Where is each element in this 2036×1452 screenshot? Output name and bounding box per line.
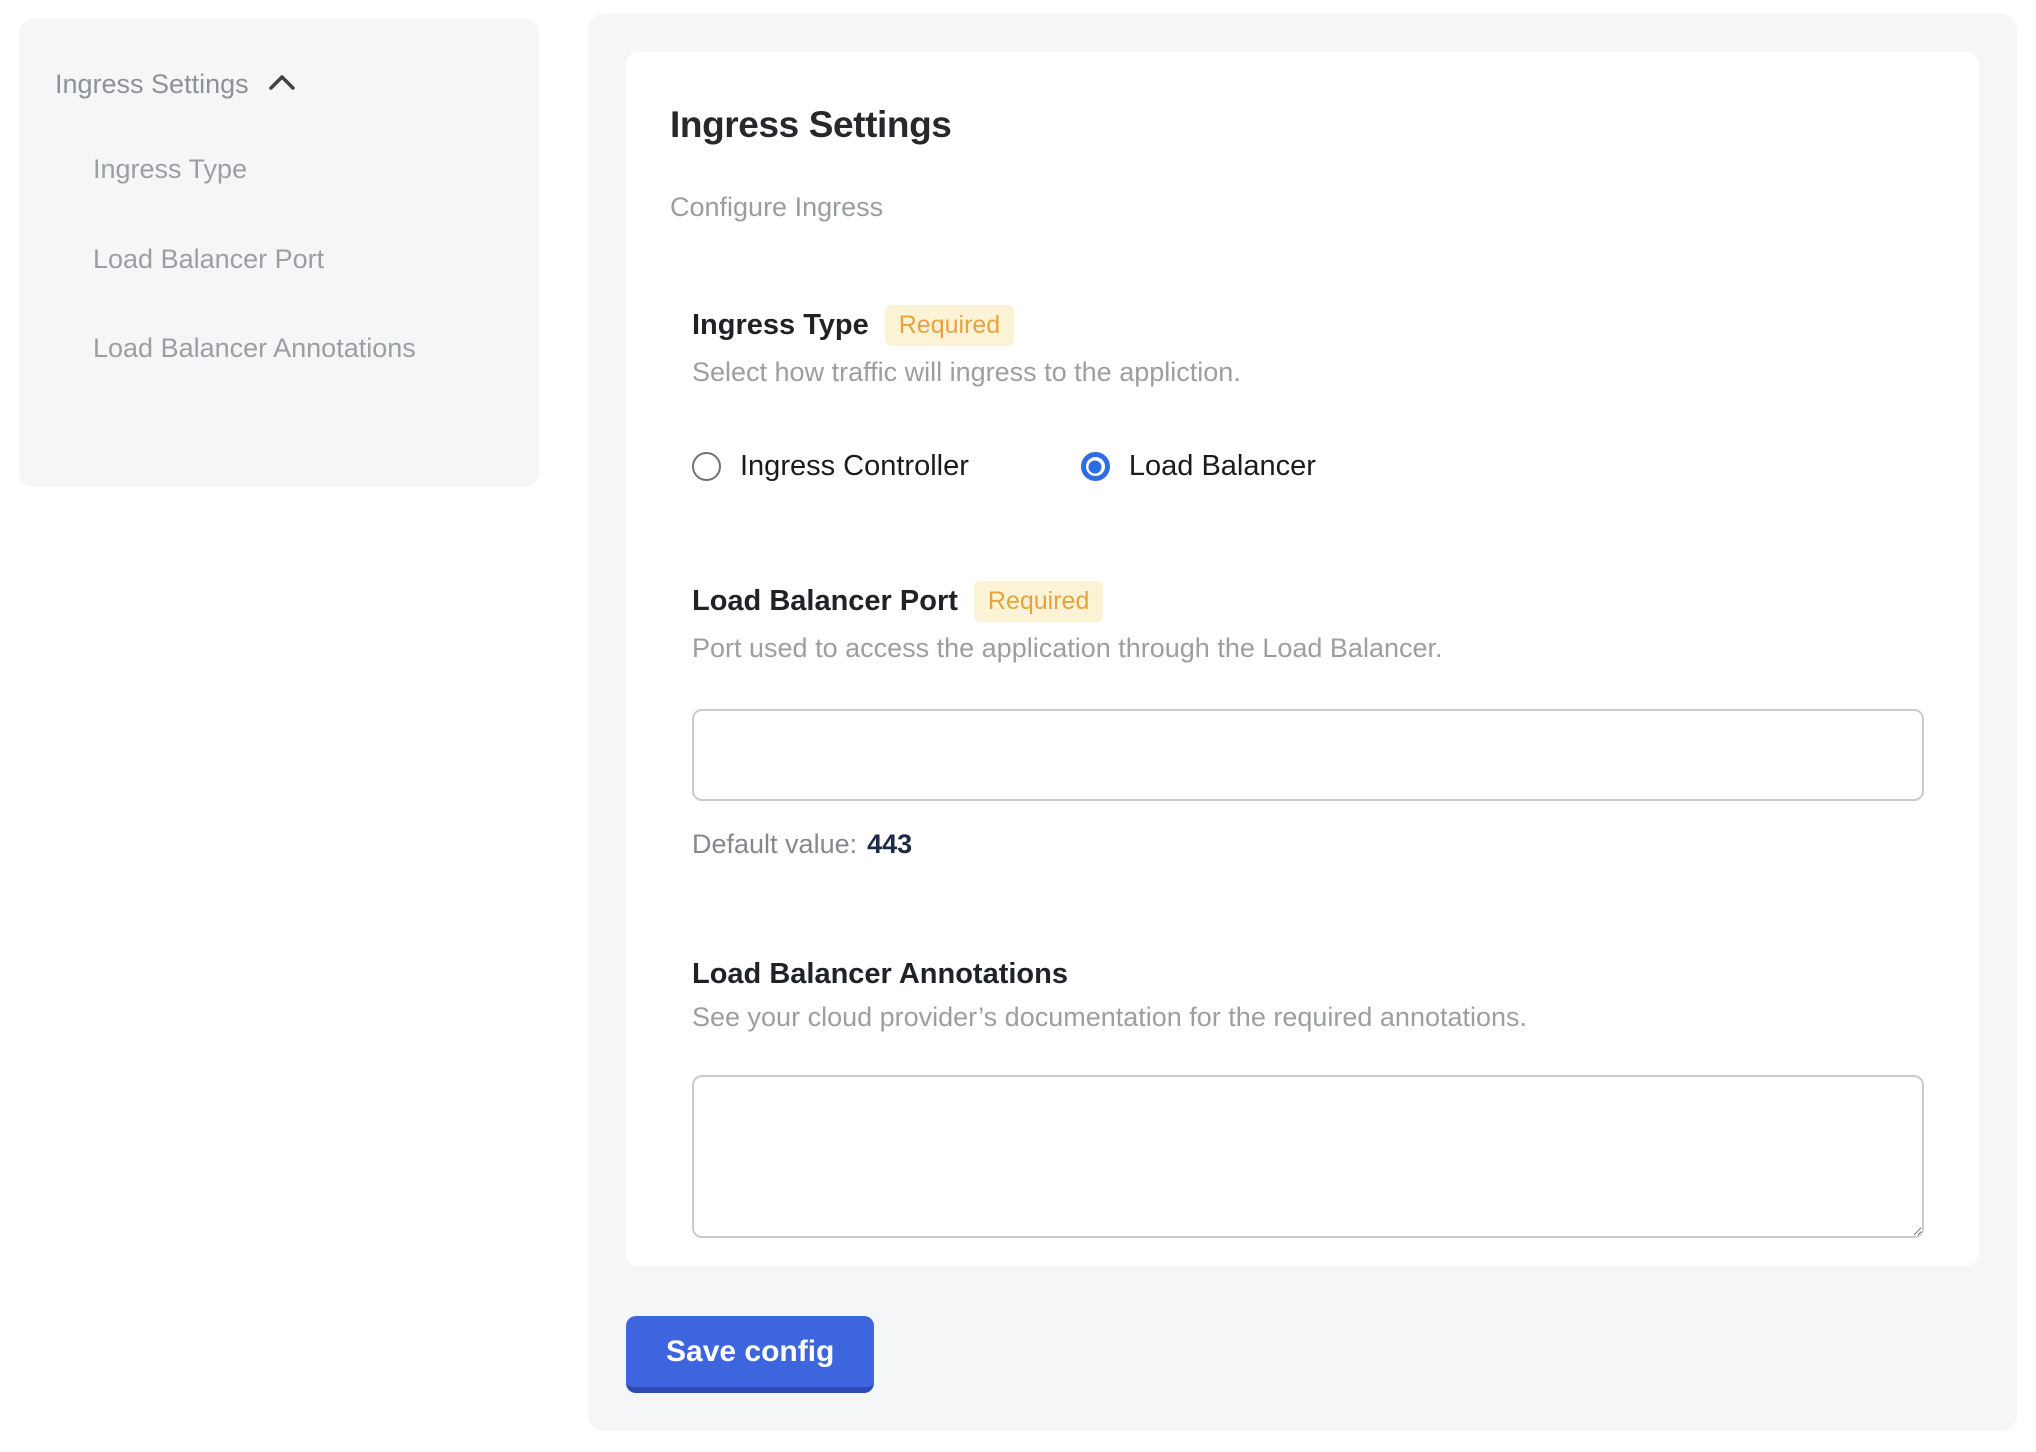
sidebar-group-label: Ingress Settings <box>55 69 249 100</box>
ingress-type-options: Ingress Controller Load Balancer <box>692 450 1919 483</box>
load-balancer-port-input[interactable] <box>692 709 1924 801</box>
radio-unchecked-icon[interactable] <box>692 452 721 481</box>
radio-load-balancer[interactable]: Load Balancer <box>1081 450 1316 483</box>
section-description: Select how traffic will ingress to the a… <box>692 357 1919 388</box>
section-load-balancer-port: Load Balancer Port Required Port used to… <box>692 581 1919 860</box>
radio-label: Ingress Controller <box>740 450 969 483</box>
radio-checked-icon[interactable] <box>1081 452 1110 481</box>
section-ingress-type: Ingress Type Required Select how traffic… <box>692 305 1919 483</box>
required-badge: Required <box>885 305 1014 346</box>
page-title: Ingress Settings <box>670 104 1919 146</box>
save-config-button[interactable]: Save config <box>626 1316 874 1393</box>
sidebar-item-load-balancer-port[interactable]: Load Balancer Port <box>93 238 423 282</box>
required-badge: Required <box>974 581 1103 622</box>
settings-sidebar: Ingress Settings Ingress Type Load Balan… <box>19 19 539 487</box>
section-load-balancer-annotations: Load Balancer Annotations See your cloud… <box>692 958 1919 1238</box>
page-subtitle: Configure Ingress <box>670 192 1919 223</box>
section-description: Port used to access the application thro… <box>692 633 1919 664</box>
section-title: Ingress Type <box>692 309 869 342</box>
sidebar-item-list: Ingress Type Load Balancer Port Load Bal… <box>93 148 423 371</box>
ingress-settings-panel: Ingress Settings Configure Ingress Ingre… <box>588 14 2017 1431</box>
radio-label: Load Balancer <box>1129 450 1316 483</box>
default-value-label: Default value: <box>692 829 857 859</box>
load-balancer-annotations-textarea[interactable] <box>692 1075 1924 1238</box>
sidebar-item-load-balancer-annotations[interactable]: Load Balancer Annotations <box>93 327 423 371</box>
chevron-up-icon <box>265 71 299 102</box>
section-title: Load Balancer Port <box>692 585 958 618</box>
section-title: Load Balancer Annotations <box>692 958 1068 991</box>
ingress-settings-card: Ingress Settings Configure Ingress Ingre… <box>626 52 1979 1266</box>
sidebar-group-ingress-settings[interactable]: Ingress Settings <box>55 67 503 102</box>
sidebar-item-ingress-type[interactable]: Ingress Type <box>93 148 423 192</box>
section-description: See your cloud provider’s documentation … <box>692 1002 1919 1033</box>
default-value-row: Default value: 443 <box>692 829 1919 860</box>
default-value: 443 <box>867 829 912 859</box>
radio-ingress-controller[interactable]: Ingress Controller <box>692 450 969 483</box>
